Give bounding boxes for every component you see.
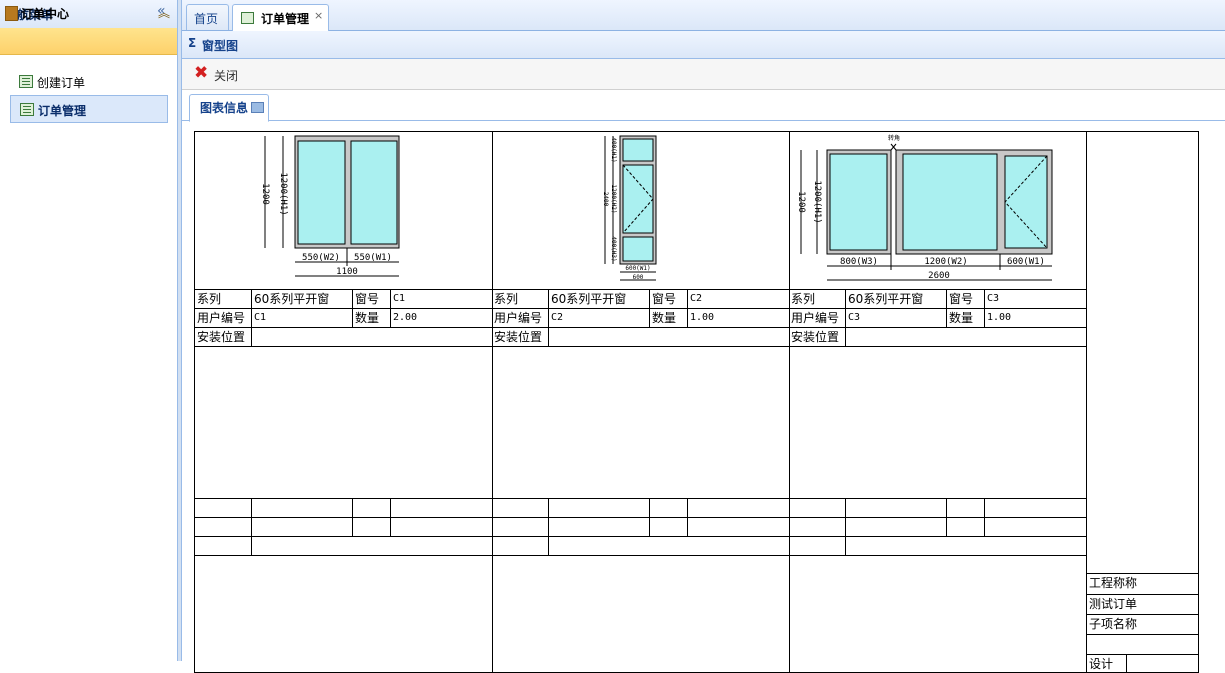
window-no-label: 窗号 <box>949 292 974 306</box>
install-location-label: 安装位置 <box>494 330 543 344</box>
dim-height-h1: 1200(H1) <box>812 180 822 223</box>
window-drawing-c2: 400(H1) 1200(H2) 400(H3) 2400 600(W1) 60… <box>602 135 657 281</box>
dim-h2: 1200(H2) <box>610 185 617 214</box>
series-label: 系列 <box>197 292 222 306</box>
dim-width-total: 2600 <box>928 271 950 281</box>
menu-group-label: 订单中心 <box>21 7 70 21</box>
tab-chart-info[interactable]: 图表信息 <box>189 94 269 122</box>
window-no-label: 窗号 <box>652 292 677 306</box>
dim-height-total: 2400 <box>602 192 609 207</box>
menu-item-label: 创建订单 <box>37 76 86 90</box>
dim-w3: 800(W3) <box>840 257 878 267</box>
dim-height-h1: 1200(H1) <box>278 172 288 215</box>
window-no-value: C3 <box>987 293 1000 304</box>
quantity-label: 数量 <box>652 311 677 325</box>
tab-order-management[interactable]: 订单管理 × <box>232 4 329 31</box>
dim-w2: 1200(W2) <box>924 257 967 267</box>
project-name-value: 测试订单 <box>1089 597 1138 611</box>
dim-w1: 550(W1) <box>354 253 392 263</box>
window-no-value: C1 <box>393 293 406 304</box>
close-button[interactable]: ✖ 关闭 <box>192 63 244 85</box>
series-value: 60系列平开窗 <box>254 292 330 306</box>
install-location-label: 安装位置 <box>791 330 840 344</box>
drawing-sheet: 系列 60系列平开窗 窗号 C1 用户编号 C1 数量 2.00 安装位置 系列… <box>194 131 1199 673</box>
dim-h3: 400(H3) <box>610 236 617 261</box>
series-label: 系列 <box>791 292 816 306</box>
form-icon <box>20 103 34 116</box>
print-icon[interactable] <box>251 102 264 113</box>
tab-bar <box>182 0 1225 31</box>
panel-header: Σ 窗型图 <box>182 31 1225 59</box>
menu-group-order-center[interactable] <box>0 28 177 55</box>
collapse-group-icon[interactable]: ︽ <box>158 4 170 21</box>
panel-title: 窗型图 <box>202 39 239 53</box>
series-label: 系列 <box>494 292 519 306</box>
window-no-label: 窗号 <box>355 292 380 306</box>
user-code-label: 用户编号 <box>791 311 840 325</box>
quantity-label: 数量 <box>355 311 380 325</box>
window-drawing-c1: 1200(H1) 1200 550(W2) 550(W1) 1100 <box>260 135 400 277</box>
form-icon <box>19 75 33 88</box>
tab-label: 首页 <box>194 12 219 26</box>
menu-item-label: 订单管理 <box>38 104 87 118</box>
tab-label: 订单管理 <box>261 12 310 26</box>
subitem-name-label: 子项名称 <box>1089 617 1138 631</box>
project-name-label: 工程称称 <box>1089 576 1138 590</box>
dim-width-total: 1100 <box>336 267 358 277</box>
close-tab-icon[interactable]: × <box>314 9 323 22</box>
user-code-value: C1 <box>254 312 267 323</box>
dim-height-total: 1200 <box>796 191 806 213</box>
dim-h1: 400(H1) <box>610 137 617 162</box>
close-icon: ✖ <box>194 63 209 83</box>
dim-w1: 600(W1) <box>1007 257 1045 267</box>
dim-height-total: 1200 <box>260 183 270 205</box>
dim-mullion: 转角 <box>888 134 900 142</box>
user-code-label: 用户编号 <box>494 311 543 325</box>
user-code-label: 用户编号 <box>197 311 246 325</box>
user-code-value: C2 <box>551 312 564 323</box>
tab-label: 图表信息 <box>200 101 249 115</box>
window-no-value: C2 <box>690 293 703 304</box>
series-value: 60系列平开窗 <box>848 292 924 306</box>
quantity-value: 2.00 <box>393 312 418 323</box>
series-value: 60系列平开窗 <box>551 292 627 306</box>
user-code-value: C3 <box>848 312 861 323</box>
menu-item-order-management[interactable]: 订单管理 <box>10 95 168 123</box>
window-drawing-c3: 转角 1200(H1) 1200 800(W3) 1200(W2) 600(W1… <box>796 134 1053 281</box>
quantity-value: 1.00 <box>987 312 1012 323</box>
tab-home[interactable]: 首页 <box>186 4 229 30</box>
dim-width-total: 600 <box>633 274 644 281</box>
quantity-label: 数量 <box>949 311 974 325</box>
install-location-label: 安装位置 <box>197 330 246 344</box>
form-icon <box>241 12 254 24</box>
close-button-label: 关闭 <box>214 69 239 83</box>
quantity-value: 1.00 <box>690 312 715 323</box>
dim-w1: 600(W1) <box>625 265 650 272</box>
designer-label: 设计 <box>1089 657 1114 671</box>
inner-tab-bar <box>182 90 1225 121</box>
toolbar <box>182 59 1225 90</box>
menu-item-create-order[interactable]: 创建订单 <box>10 68 166 94</box>
folder-icon <box>5 6 18 21</box>
sigma-icon: Σ <box>188 36 197 50</box>
dim-w2: 550(W2) <box>302 253 340 263</box>
